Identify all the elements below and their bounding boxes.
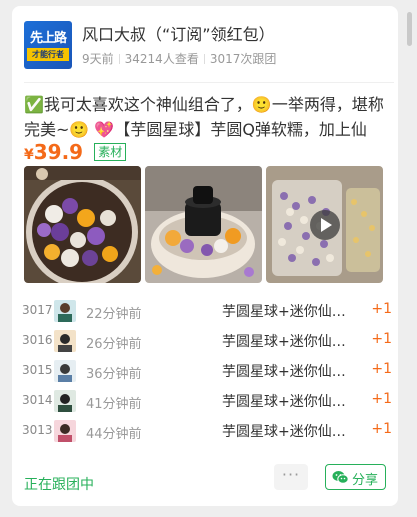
following-status[interactable]: 正在跟团中 <box>24 474 94 494</box>
follower-number: 3013 <box>22 423 53 437</box>
card-header: 先上路 才能行者 风口大叔（“订阅”领红包） 9天前 34214人查看 3017次跟… <box>24 16 394 76</box>
follow-time: 26分钟前 <box>86 337 142 352</box>
view-count: 34214人查看 <box>124 52 199 66</box>
order-quantity: +1 <box>371 421 392 437</box>
post-meta: 9天前 34214人查看 3017次跟团 <box>82 50 276 67</box>
meta-divider <box>203 54 205 64</box>
taro-balls-bowl-image[interactable] <box>24 166 141 283</box>
post-age: 9天前 <box>82 52 114 66</box>
more-options-button[interactable]: ··· <box>274 464 308 490</box>
product-name: 芋圆星球+迷你仙草冻 <box>222 334 356 350</box>
packaged-taro-balls-video[interactable] <box>266 166 383 283</box>
share-label: 分享 <box>352 473 379 488</box>
follower-avatar <box>54 300 76 322</box>
product-name: 芋圆星球+迷你仙草冻 <box>222 424 356 440</box>
order-quantity: +1 <box>371 301 392 317</box>
currency-symbol: ¥ <box>24 147 34 163</box>
price-row: ¥39.9 素材 <box>24 140 127 166</box>
post-description[interactable]: ✅我可太喜欢这个神仙组合了，🙂一举两得，堪称完美~🙂 💖【芋圆星球】芋圆Q弹软糯… <box>24 92 386 142</box>
wechat-icon <box>332 470 349 489</box>
follow-time: 22分钟前 <box>86 307 142 322</box>
follower-avatar <box>54 390 76 412</box>
logo-subtext: 才能行者 <box>27 48 69 61</box>
follower-number: 3016 <box>22 333 53 347</box>
price: ¥39.9 <box>24 140 83 164</box>
order-quantity: +1 <box>371 361 392 377</box>
follower-number: 3017 <box>22 303 53 317</box>
follower-number: 3015 <box>22 363 53 377</box>
follower-row[interactable]: 3013 44分钟前 芋圆星球+迷你仙草冻 +1 <box>22 416 392 446</box>
product-name: 芋圆星球+迷你仙草冻 <box>222 304 356 320</box>
price-value: 39.9 <box>33 140 84 164</box>
play-icon[interactable] <box>310 210 340 240</box>
group-buy-card: 先上路 才能行者 风口大叔（“订阅”领红包） 9天前 34214人查看 3017次跟… <box>12 6 398 506</box>
follower-row[interactable]: 3015 36分钟前 芋圆星球+迷你仙草冻 +1 <box>22 356 392 386</box>
follow-time: 36分钟前 <box>86 367 142 382</box>
header-divider <box>24 82 394 83</box>
follower-avatar <box>54 360 76 382</box>
follower-row[interactable]: 3014 41分钟前 芋圆星球+迷你仙草冻 +1 <box>22 386 392 416</box>
follower-number: 3014 <box>22 393 53 407</box>
logo-text: 先上路 <box>29 31 67 46</box>
material-tag[interactable]: 素材 <box>94 143 127 161</box>
follower-avatar <box>54 420 76 442</box>
order-quantity: +1 <box>371 391 392 407</box>
share-button[interactable]: 分享 <box>325 464 386 490</box>
follower-row[interactable]: 3017 22分钟前 芋圆星球+迷你仙草冻 +1 <box>22 296 392 326</box>
follower-row[interactable]: 3016 26分钟前 芋圆星球+迷你仙草冻 +1 <box>22 326 392 356</box>
product-name: 芋圆星球+迷你仙草冻 <box>222 364 356 380</box>
follower-avatar <box>54 330 76 352</box>
author-avatar[interactable]: 先上路 才能行者 <box>24 21 72 69</box>
group-count: 3017次跟团 <box>209 52 277 66</box>
dessert-with-grass-jelly-image[interactable] <box>145 166 262 283</box>
order-quantity: +1 <box>371 331 392 347</box>
follower-list: 3017 22分钟前 芋圆星球+迷你仙草冻 +1 3016 26分钟前 芋圆星球… <box>22 296 392 446</box>
author-title[interactable]: 风口大叔（“订阅”领红包） <box>82 21 275 45</box>
follow-time: 41分钟前 <box>86 397 142 412</box>
product-name: 芋圆星球+迷你仙草冻 <box>222 394 356 410</box>
follow-time: 44分钟前 <box>86 427 142 442</box>
meta-divider <box>118 54 120 64</box>
scrollbar[interactable] <box>407 12 412 46</box>
